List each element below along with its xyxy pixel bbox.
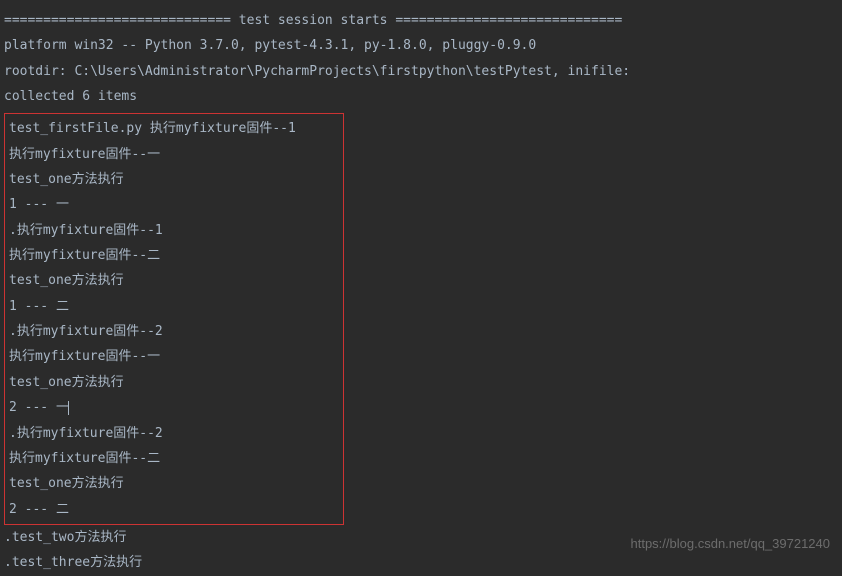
session-start-line: ============================= test sessi… bbox=[4, 8, 838, 33]
box-line: 1 --- 一 bbox=[9, 192, 339, 217]
box-line: 2 --- 二 bbox=[9, 497, 339, 522]
box-line: .执行myfixture固件--2 bbox=[9, 421, 339, 446]
box-line: test_one方法执行 bbox=[9, 167, 339, 192]
box-line: .执行myfixture固件--1 bbox=[9, 218, 339, 243]
rootdir-line: rootdir: C:\Users\Administrator\PycharmP… bbox=[4, 59, 838, 84]
watermark-text: https://blog.csdn.net/qq_39721240 bbox=[631, 531, 831, 556]
box-line: 执行myfixture固件--二 bbox=[9, 243, 339, 268]
box-line: 执行myfixture固件--一 bbox=[9, 142, 339, 167]
text-cursor bbox=[68, 401, 69, 415]
platform-line: platform win32 -- Python 3.7.0, pytest-4… bbox=[4, 33, 838, 58]
box-line-text: 2 --- 一 bbox=[9, 400, 69, 415]
box-line: test_one方法执行 bbox=[9, 471, 339, 496]
box-line: 执行myfixture固件--二 bbox=[9, 446, 339, 471]
box-line: test_one方法执行 bbox=[9, 268, 339, 293]
box-line-with-cursor: 2 --- 一 bbox=[9, 395, 339, 420]
box-line: .执行myfixture固件--2 bbox=[9, 319, 339, 344]
box-line: 1 --- 二 bbox=[9, 294, 339, 319]
box-line: 执行myfixture固件--一 bbox=[9, 344, 339, 369]
box-line: test_one方法执行 bbox=[9, 370, 339, 395]
highlighted-output-box: test_firstFile.py 执行myfixture固件--1 执行myf… bbox=[4, 113, 344, 525]
collected-line: collected 6 items bbox=[4, 84, 838, 109]
box-line: test_firstFile.py 执行myfixture固件--1 bbox=[9, 116, 339, 141]
